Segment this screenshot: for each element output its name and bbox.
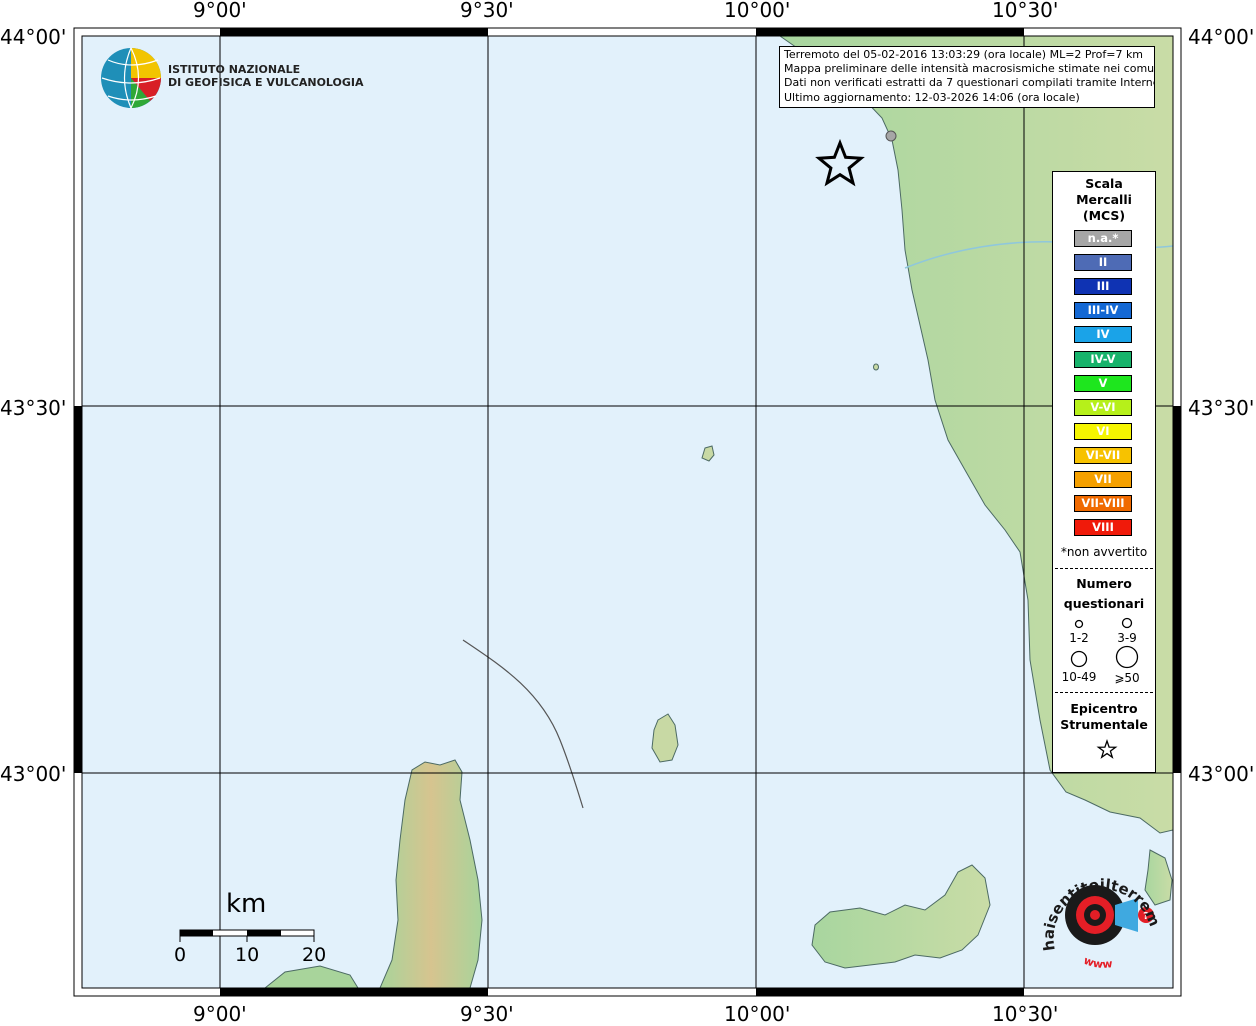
scale-tick-20: 20 [302, 944, 327, 966]
legend-separator [1055, 568, 1153, 569]
legend-swatch-vii: VII [1074, 471, 1132, 488]
svg-text:haisentitoilterremoto.it: haisentitoilterremoto.it [1025, 845, 1164, 952]
event-info-box: Terremoto del 05-02-2016 13:03:29 (ora l… [779, 46, 1155, 108]
ingv-logo-line1: ISTITUTO NAZIONALE [168, 63, 301, 76]
gorgona-island [873, 363, 879, 371]
legend-title-mcs: (MCS) [1082, 208, 1126, 223]
lon-label-top-0: 9°00' [193, 0, 247, 22]
event-info-line2: Mappa preliminare delle intensità macros… [784, 62, 1155, 76]
count-label-50: ⩾50 [1114, 671, 1140, 685]
lat-label-right-1: 43°30' [1188, 396, 1255, 420]
legend-swatch-vi: VI [1074, 422, 1132, 440]
legend-epi-title2: Strumentale [1060, 717, 1148, 732]
event-info-line1: Terremoto del 05-02-2016 13:03:29 (ora l… [784, 48, 1144, 61]
count-circle-10-49 [1070, 650, 1088, 668]
ingv-globe-icon [101, 47, 161, 109]
brand-logo-text[interactable]: haisentitoilterremoto.it www [1025, 845, 1165, 985]
ingv-logo-text: ISTITUTO NAZIONALE DI GEOFISICA E VULCAN… [168, 63, 364, 89]
legend-swatch-iii: III [1074, 278, 1132, 296]
legend-swatch-viii: VIII [1074, 519, 1132, 537]
legend-swatch-v-vi: V-VI [1074, 398, 1132, 416]
count-circle-3-9 [1121, 617, 1133, 629]
lon-label-top-2: 10°00' [724, 0, 791, 22]
legend-separator-2 [1055, 692, 1153, 693]
brand-www: www [1082, 954, 1113, 971]
intensity-legend: Scala Mercalli (MCS) n.a.* II III III-IV IV I… [1052, 171, 1156, 773]
event-info-line4: Ultimo aggiornamento: 12-03-2026 14:06 (… [784, 90, 1080, 104]
legend-swatch-n-a: n.a.* [1074, 230, 1132, 247]
lon-label-top-1: 9°30' [460, 0, 514, 22]
scale-tick-0: 0 [174, 944, 187, 966]
legend-title-scala: Scala [1085, 176, 1123, 191]
lat-label-left-0: 44°00' [0, 25, 67, 49]
legend-swatch-vi-vii: VI-VII [1074, 446, 1132, 464]
legend-swatch-vii-viii: VII-VIII [1074, 495, 1132, 513]
lon-label-bottom-3: 10°30' [992, 1002, 1059, 1026]
legend-swatch-iv-v: IV-V [1074, 350, 1132, 368]
legend-epi-title1: Epicentro [1070, 701, 1138, 716]
lat-label-left-2: 43°00' [0, 762, 67, 786]
scale-bar-title: km [226, 889, 267, 919]
ingv-logo-line2: DI GEOFISICA E VULCANOLOGIA [168, 76, 364, 89]
event-info-line3: Dati non verificati estratti da 7 questi… [784, 76, 1155, 90]
count-circle-50 [1115, 645, 1139, 669]
intensity-point-na[interactable] [885, 130, 897, 142]
lon-label-bottom-2: 10°00' [724, 1002, 791, 1026]
legend-count-title2: questionari [1063, 596, 1145, 611]
legend-swatch-iv: IV [1074, 326, 1132, 344]
count-circle-1-2 [1074, 619, 1084, 629]
legend-count-title1: Numero [1076, 576, 1132, 591]
legend-swatch-ii: II [1074, 254, 1132, 272]
lon-label-bottom-1: 9°30' [460, 1002, 514, 1026]
brand-text: haisentitoilterremoto.it [1025, 845, 1164, 952]
count-label-3-9: 3-9 [1117, 631, 1137, 645]
lat-label-right-2: 43°00' [1188, 762, 1255, 786]
count-label-1-2: 1-2 [1069, 631, 1089, 645]
scale-tick-10: 10 [235, 944, 260, 966]
lat-label-left-1: 43°30' [0, 396, 67, 420]
svg-text:www: www [1082, 954, 1113, 971]
legend-na-note: *non avvertito [1060, 545, 1148, 559]
lat-label-right-0: 44°00' [1188, 25, 1255, 49]
count-label-10-49: 10-49 [1061, 670, 1097, 684]
legend-swatch-v: V [1074, 374, 1132, 392]
legend-title-mercalli: Mercalli [1076, 192, 1132, 207]
lon-label-top-3: 10°30' [992, 0, 1059, 22]
legend-swatch-iii-iv: III-IV [1074, 302, 1132, 320]
lon-label-bottom-0: 9°00' [193, 1002, 247, 1026]
legend-epicenter-star-icon [1096, 739, 1118, 759]
